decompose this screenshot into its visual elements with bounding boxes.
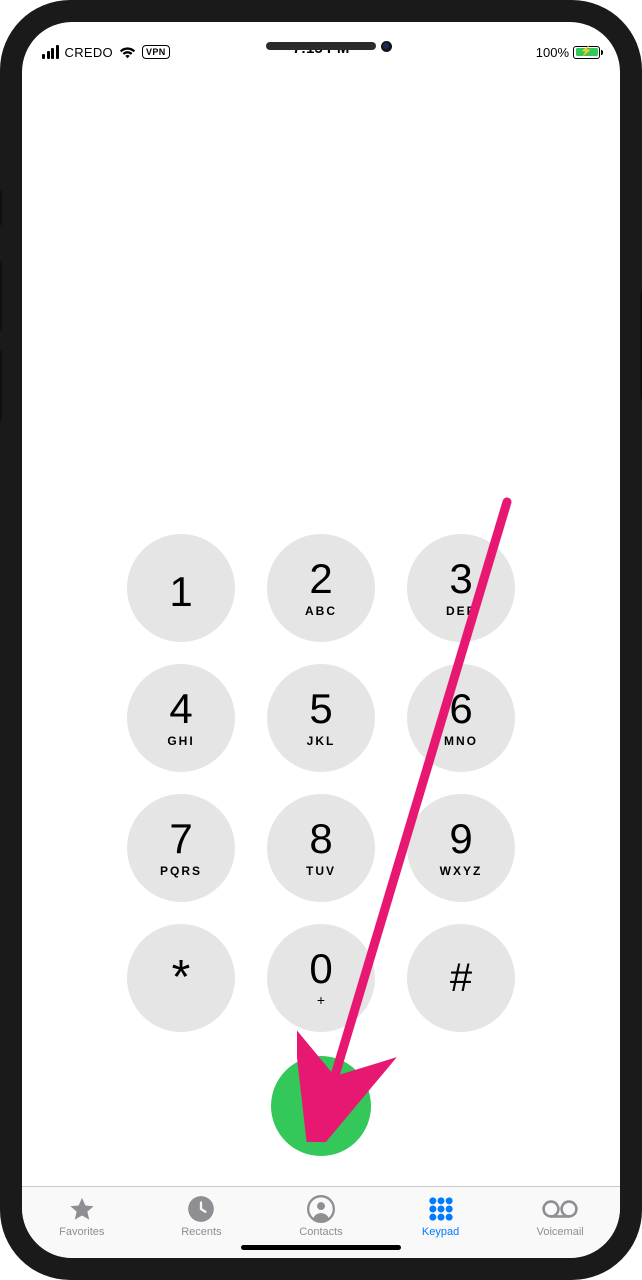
key-digit: 6 xyxy=(449,688,472,730)
vpn-badge: VPN xyxy=(142,45,170,59)
tab-favorites[interactable]: Favorites xyxy=(22,1195,142,1238)
key-digit: 1 xyxy=(169,571,192,613)
tab-label: Favorites xyxy=(59,1226,104,1238)
speaker-grille xyxy=(266,42,376,50)
key-digit: 0 xyxy=(309,948,332,990)
key-letters: PQRS xyxy=(160,864,202,878)
person-circle-icon xyxy=(307,1195,335,1223)
tab-label: Recents xyxy=(181,1226,221,1238)
tab-voicemail[interactable]: Voicemail xyxy=(500,1195,620,1238)
tab-label: Voicemail xyxy=(537,1226,584,1238)
key-digit: 2 xyxy=(309,558,332,600)
key-digit: 8 xyxy=(309,818,332,860)
keypad-key-3[interactable]: 3 DEF xyxy=(407,534,515,642)
home-indicator[interactable] xyxy=(241,1245,401,1250)
battery-icon: ⚡ xyxy=(573,46,600,59)
status-right: 100% ⚡ xyxy=(536,45,600,60)
tab-keypad[interactable]: Keypad xyxy=(381,1195,501,1238)
key-digit: 5 xyxy=(309,688,332,730)
key-letters: WXYZ xyxy=(440,864,483,878)
keypad-key-7[interactable]: 7 PQRS xyxy=(127,794,235,902)
keypad-grid-icon xyxy=(427,1195,455,1223)
key-digit: * xyxy=(172,954,191,1002)
keypad-key-9[interactable]: 9 WXYZ xyxy=(407,794,515,902)
key-letters: GHI xyxy=(167,734,194,748)
key-digit: 9 xyxy=(449,818,472,860)
key-digit: 3 xyxy=(449,558,472,600)
call-button[interactable] xyxy=(271,1056,371,1156)
keypad-key-8[interactable]: 8 TUV xyxy=(267,794,375,902)
silence-switch xyxy=(0,190,2,226)
cellular-signal-icon xyxy=(42,45,59,59)
key-letters: DEF xyxy=(446,604,476,618)
keypad-key-4[interactable]: 4 GHI xyxy=(127,664,235,772)
key-letters: ABC xyxy=(305,604,337,618)
call-button-row xyxy=(22,1056,620,1186)
wifi-icon xyxy=(119,46,136,59)
front-camera xyxy=(381,41,392,52)
tab-contacts[interactable]: Contacts xyxy=(261,1195,381,1238)
keypad-key-6[interactable]: 6 MNO xyxy=(407,664,515,772)
key-letters: JKL xyxy=(307,734,336,748)
tab-label: Contacts xyxy=(299,1226,342,1238)
keypad-key-5[interactable]: 5 JKL xyxy=(267,664,375,772)
volume-up-button xyxy=(0,260,2,332)
keypad-key-0[interactable]: 0 + xyxy=(267,924,375,1032)
keypad-key-2[interactable]: 2 ABC xyxy=(267,534,375,642)
volume-down-button xyxy=(0,350,2,422)
key-digit: 4 xyxy=(169,688,192,730)
key-letters: + xyxy=(317,992,325,1008)
key-digit: # xyxy=(450,958,472,998)
voicemail-icon xyxy=(542,1195,578,1223)
star-icon xyxy=(67,1195,97,1223)
carrier-label: CREDO xyxy=(65,45,113,60)
clock-icon xyxy=(187,1195,215,1223)
status-left: CREDO VPN xyxy=(42,45,170,60)
battery-percentage: 100% xyxy=(536,45,569,60)
key-letters: TUV xyxy=(306,864,336,878)
keypad-key-pound[interactable]: # xyxy=(407,924,515,1032)
phone-device-frame: CREDO VPN 7:15 PM 100% ⚡ 1 xyxy=(0,0,642,1280)
keypad-key-1[interactable]: 1 xyxy=(127,534,235,642)
phone-app-main: 1 2 ABC 3 DEF 4 GHI 5 JKL xyxy=(22,64,620,1258)
dialer-keypad: 1 2 ABC 3 DEF 4 GHI 5 JKL xyxy=(22,534,620,1056)
key-digit: 7 xyxy=(169,818,192,860)
tab-label: Keypad xyxy=(422,1226,459,1238)
screen: CREDO VPN 7:15 PM 100% ⚡ 1 xyxy=(22,22,620,1258)
keypad-key-star[interactable]: * xyxy=(127,924,235,1032)
tab-recents[interactable]: Recents xyxy=(142,1195,262,1238)
key-letters: MNO xyxy=(444,734,478,748)
phone-icon xyxy=(299,1082,343,1131)
